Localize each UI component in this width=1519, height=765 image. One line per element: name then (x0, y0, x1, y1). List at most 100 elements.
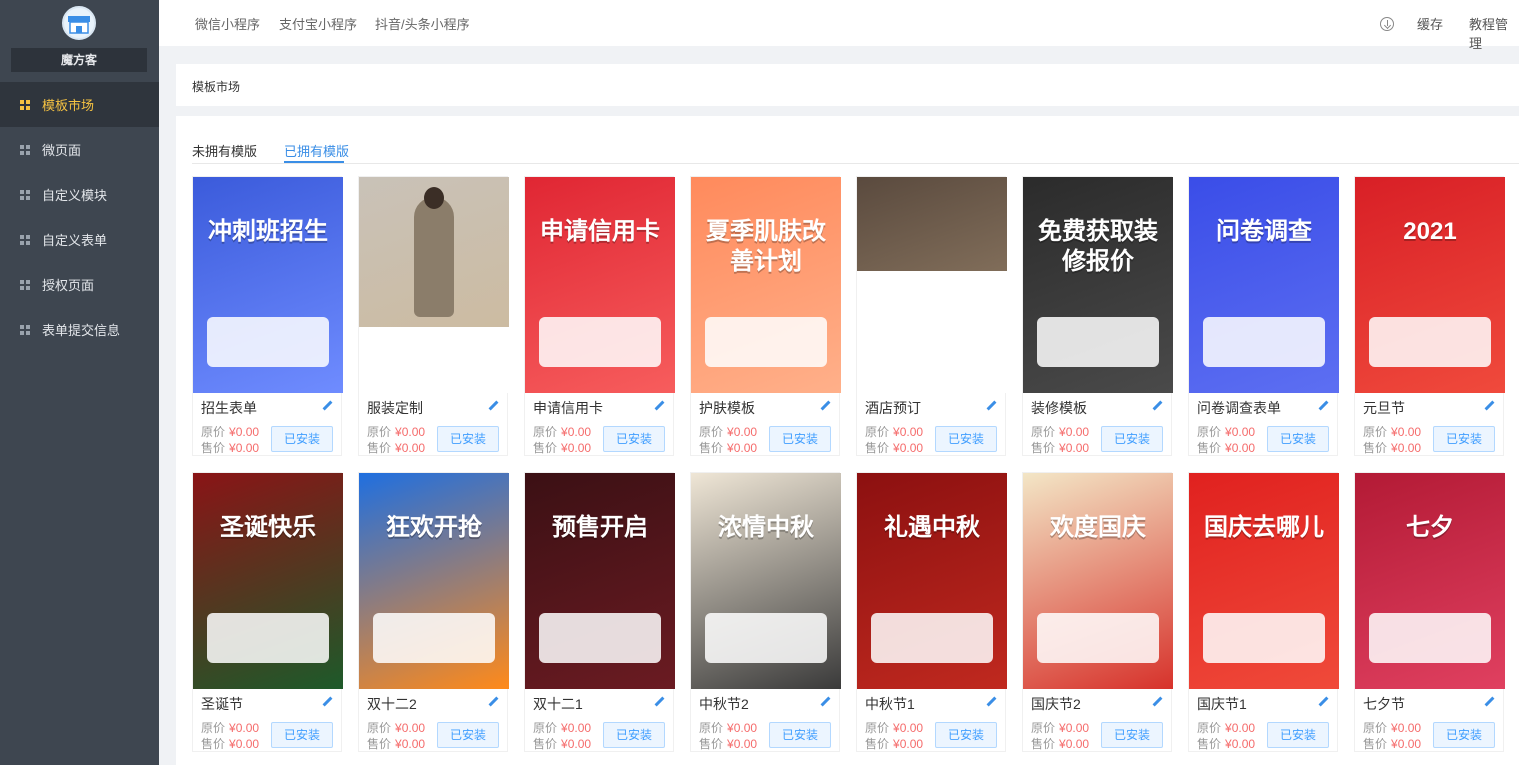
template-card[interactable]: 狂欢开抢 双十二2 原价 ¥0.00 售价 ¥0.00 已安装 (358, 472, 509, 752)
sidebar-item-custom-module[interactable]: 自定义模块 (0, 172, 159, 217)
installed-button[interactable]: 已安装 (769, 426, 831, 452)
sale-price-label: 售价 (533, 737, 558, 751)
sale-price-label: 售价 (699, 441, 724, 455)
template-thumbnail[interactable]: 预售开启 (525, 473, 675, 689)
original-price: 原价 ¥0.00 (201, 719, 259, 736)
cover-headline: 预售开启 (552, 514, 648, 541)
installed-button[interactable]: 已安装 (271, 426, 333, 452)
template-card[interactable]: 欢度国庆 国庆节2 原价 ¥0.00 售价 ¥0.00 已安装 (1022, 472, 1173, 752)
pencil-icon[interactable] (821, 401, 831, 411)
page-title: 模板市场 (192, 80, 241, 94)
installed-button[interactable]: 已安装 (271, 722, 333, 748)
installed-button[interactable]: 已安装 (935, 722, 997, 748)
template-card[interactable]: 申请信用卡 申请信用卡 原价 ¥0.00 售价 ¥0.00 已安装 (524, 176, 675, 456)
tab-alipay-miniprogram[interactable]: 支付宝小程序 (279, 14, 357, 33)
installed-button[interactable]: 已安装 (1433, 426, 1495, 452)
pencil-icon[interactable] (1153, 401, 1163, 411)
installed-button[interactable]: 已安装 (769, 722, 831, 748)
template-card[interactable]: 酒店预订 原价 ¥0.00 售价 ¥0.00 已安装 (856, 176, 1007, 456)
sidebar-item-micro-page[interactable]: 微页面 (0, 127, 159, 172)
template-card[interactable]: 问卷调查 问卷调查表单 原价 ¥0.00 售价 ¥0.00 已安装 (1188, 176, 1339, 456)
template-card[interactable]: 预售开启 双十二1 原价 ¥0.00 售价 ¥0.00 已安装 (524, 472, 675, 752)
cache-button[interactable]: 缓存 (1417, 14, 1443, 33)
tutorial-manage-link[interactable]: 教程管理 (1469, 14, 1519, 52)
template-card[interactable]: 七夕 七夕节 原价 ¥0.00 售价 ¥0.00 已安装 (1354, 472, 1505, 752)
pencil-icon[interactable] (655, 401, 665, 411)
sidebar-item-label: 模板市场 (42, 98, 95, 113)
template-thumbnail[interactable]: 礼遇中秋 (857, 473, 1007, 689)
template-thumbnail[interactable]: 狂欢开抢 (359, 473, 509, 689)
template-thumbnail[interactable]: 浓情中秋 (691, 473, 841, 689)
installed-button[interactable]: 已安装 (437, 722, 499, 748)
sidebar-item-form-submissions[interactable]: 表单提交信息 (0, 307, 159, 352)
template-thumbnail[interactable] (359, 177, 509, 393)
sale-price: 售价 ¥0.00 (1363, 439, 1421, 456)
template-card[interactable]: 圣诞快乐 圣诞节 原价 ¥0.00 售价 ¥0.00 已安装 (192, 472, 343, 752)
pencil-icon[interactable] (1485, 401, 1495, 411)
tab-not-owned[interactable]: 未拥有模版 (192, 141, 257, 160)
installed-button[interactable]: 已安装 (437, 426, 499, 452)
sidebar-item-auth-page[interactable]: 授权页面 (0, 262, 159, 307)
cover-content-block (1369, 613, 1491, 663)
sidebar-item-label: 授权页面 (42, 278, 95, 293)
pencil-icon[interactable] (1485, 697, 1495, 707)
template-card[interactable]: 国庆去哪儿 国庆节1 原价 ¥0.00 售价 ¥0.00 已安装 (1188, 472, 1339, 752)
template-thumbnail[interactable]: 国庆去哪儿 (1189, 473, 1339, 689)
cover-headline: 七夕 (1406, 514, 1454, 541)
template-thumbnail[interactable]: 免费获取装修报价 (1023, 177, 1173, 393)
template-card[interactable]: 冲刺班招生 招生表单 原价 ¥0.00 售价 ¥0.00 已安装 (192, 176, 343, 456)
original-price: 原价 ¥0.00 (1197, 423, 1255, 440)
pencil-icon[interactable] (1153, 697, 1163, 707)
installed-button[interactable]: 已安装 (603, 426, 665, 452)
tab-wechat-miniprogram[interactable]: 微信小程序 (195, 14, 260, 33)
tab-douyin-miniprogram[interactable]: 抖音/头条小程序 (375, 14, 470, 33)
original-price-value: ¥0.00 (727, 425, 758, 439)
original-price-label: 原价 (1363, 721, 1388, 735)
template-thumbnail[interactable]: 2021 (1355, 177, 1505, 393)
sidebar-item-custom-form[interactable]: 自定义表单 (0, 217, 159, 262)
pencil-icon[interactable] (1319, 401, 1329, 411)
template-thumbnail[interactable]: 夏季肌肤改善计划 (691, 177, 841, 393)
template-thumbnail[interactable]: 申请信用卡 (525, 177, 675, 393)
template-card[interactable]: 浓情中秋 中秋节2 原价 ¥0.00 售价 ¥0.00 已安装 (690, 472, 841, 752)
template-card[interactable]: 夏季肌肤改善计划 护肤模板 原价 ¥0.00 售价 ¥0.00 已安装 (690, 176, 841, 456)
installed-button[interactable]: 已安装 (1267, 722, 1329, 748)
pencil-icon[interactable] (987, 401, 997, 411)
template-card[interactable]: 礼遇中秋 中秋节1 原价 ¥0.00 售价 ¥0.00 已安装 (856, 472, 1007, 752)
sidebar-item-label: 自定义表单 (42, 233, 108, 248)
installed-button[interactable]: 已安装 (603, 722, 665, 748)
installed-button[interactable]: 已安装 (935, 426, 997, 452)
installed-button[interactable]: 已安装 (1101, 426, 1163, 452)
template-card[interactable]: 服装定制 原价 ¥0.00 售价 ¥0.00 已安装 (358, 176, 509, 456)
template-thumbnail[interactable]: 七夕 (1355, 473, 1505, 689)
cover-content-block (1037, 613, 1159, 663)
tab-owned[interactable]: 已拥有模版 (284, 141, 349, 160)
template-name: 中秋节1 (865, 696, 915, 712)
pencil-icon[interactable] (489, 401, 499, 411)
pencil-icon[interactable] (1319, 697, 1329, 707)
pencil-icon[interactable] (987, 697, 997, 707)
sale-price: 售价 ¥0.00 (367, 439, 425, 456)
download-icon[interactable] (1380, 17, 1394, 31)
sidebar-item-template-market[interactable]: 模板市场 (0, 82, 159, 127)
pencil-icon[interactable] (323, 697, 333, 707)
pencil-icon[interactable] (489, 697, 499, 707)
template-card[interactable]: 免费获取装修报价 装修模板 原价 ¥0.00 售价 ¥0.00 已安装 (1022, 176, 1173, 456)
pencil-icon[interactable] (821, 697, 831, 707)
template-thumbnail[interactable]: 问卷调查 (1189, 177, 1339, 393)
original-price-label: 原价 (699, 721, 724, 735)
template-thumbnail[interactable]: 冲刺班招生 (193, 177, 343, 393)
template-thumbnail[interactable] (857, 177, 1007, 393)
installed-button[interactable]: 已安装 (1433, 722, 1495, 748)
template-thumbnail[interactable]: 圣诞快乐 (193, 473, 343, 689)
installed-button[interactable]: 已安装 (1267, 426, 1329, 452)
template-card[interactable]: 2021 元旦节 原价 ¥0.00 售价 ¥0.00 已安装 (1354, 176, 1505, 456)
template-thumbnail[interactable]: 欢度国庆 (1023, 473, 1173, 689)
pencil-icon[interactable] (655, 697, 665, 707)
cover-content-block (539, 613, 661, 663)
shop-logo[interactable] (62, 6, 96, 40)
original-price: 原价 ¥0.00 (367, 423, 425, 440)
pencil-icon[interactable] (323, 401, 333, 411)
template-name: 国庆节1 (1197, 696, 1247, 712)
installed-button[interactable]: 已安装 (1101, 722, 1163, 748)
